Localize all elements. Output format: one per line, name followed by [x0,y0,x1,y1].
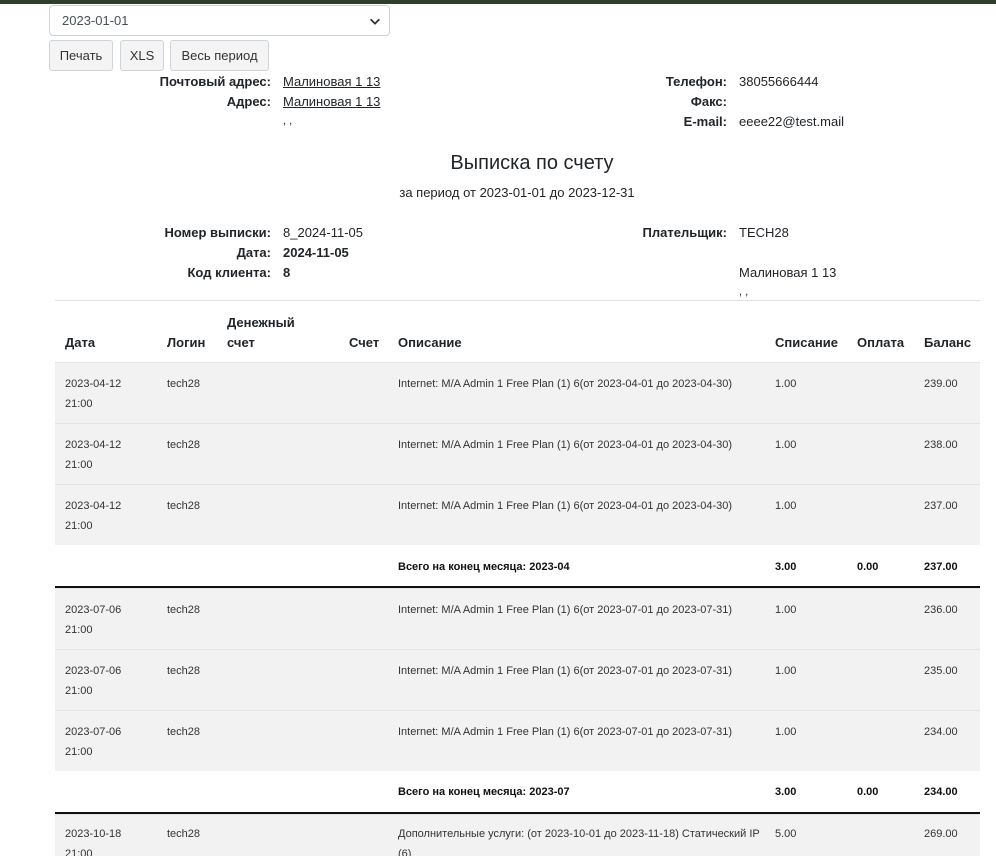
row-charge: 1.00 [775,378,797,390]
all-period-button[interactable]: Весь период [170,40,269,71]
month-total-payment: 0.00 [857,786,879,798]
statement-number-value: 8_2024-11-05 [283,225,363,240]
row-login: tech28 [167,726,201,738]
row-login: tech28 [167,665,201,677]
column-header-date: Дата [65,335,96,350]
row-time: 21:00 [65,685,93,697]
column-header-payment: Оплата [857,335,905,350]
row-charge: 5.00 [775,828,797,840]
row-charge: 1.00 [775,500,797,512]
row-description: Internet: M/A Admin 1 Free Plan (1) 6(от… [398,726,733,738]
xls-button[interactable]: XLS [120,40,164,71]
row-login: tech28 [167,828,201,840]
row-balance: 239.00 [924,378,958,390]
table-row: 2023-04-12 21:00 tech28 Internet: M/A Ad… [55,362,980,423]
row-description: Дополнительные услуги: (от 2023-10-01 до… [398,828,760,840]
phone-label: Телефон: [665,74,727,89]
row-description: Internet: M/A Admin 1 Free Plan (1) 6(от… [398,665,733,677]
month-total-label: Всего на конец месяца: 2023-04 [398,561,570,573]
row-login: tech28 [167,604,201,616]
fax-label: Факс: [690,94,727,109]
column-header-charge: Списание [775,335,838,350]
row-time: 21:00 [65,520,93,532]
statement-date-value: 2024-11-05 [283,245,349,260]
row-description: Internet: M/A Admin 1 Free Plan (1) 6(от… [398,500,733,512]
column-header-money-account-line2: счет [227,335,255,350]
table-row: 2023-07-06 21:00 tech28 Internet: M/A Ad… [55,710,980,771]
row-balance: 236.00 [924,604,958,616]
email-value: eeee22@test.mail [739,114,844,129]
chevron-down-icon [370,18,380,25]
row-time: 21:00 [65,459,93,471]
row-login: tech28 [167,378,201,390]
client-code-value: 8 [283,265,291,280]
row-description: Internet: M/A Admin 1 Free Plan (1) 6(от… [398,604,733,616]
table-row: 2023-07-06 21:00 tech28 Internet: M/A Ad… [55,649,980,710]
row-date: 2023-10-18 [65,828,122,840]
month-total-payment: 0.00 [857,561,879,573]
row-login: tech28 [167,439,201,451]
divider [55,300,980,301]
row-charge: 1.00 [775,439,797,451]
month-total-balance: 237.00 [924,561,958,573]
table-row: 2023-10-18 21:00 tech28 Дополнительные у… [55,814,980,856]
phone-value: 38055666444 [739,74,819,89]
column-header-login: Логин [167,335,206,350]
postal-address-label: Почтовый адрес: [159,74,271,89]
client-code-label: Код клиента: [187,265,272,280]
table-row: 2023-07-06 21:00 tech28 Internet: M/A Ad… [55,588,980,649]
print-button[interactable]: Печать [49,40,113,71]
row-charge: 1.00 [775,726,797,738]
page-title: Выписка по счету [450,152,614,174]
month-total-charge: 3.00 [775,786,797,798]
month-total-row: Всего на конец месяца: 2023-04 3.00 0.00… [55,545,980,588]
column-header-balance: Баланс [924,335,972,350]
row-balance: 234.00 [924,726,958,738]
row-time: 21:00 [65,848,93,856]
period-subtitle: за период от 2023-01-01 до 2023-12-31 [399,185,635,200]
top-bar [0,0,996,4]
row-date: 2023-04-12 [65,439,122,451]
row-date: 2023-07-06 [65,665,122,677]
row-charge: 1.00 [775,665,797,677]
row-date: 2023-07-06 [65,726,122,738]
row-time: 21:00 [65,746,93,758]
row-time: 21:00 [65,624,93,636]
column-header-account: Счет [349,335,380,350]
row-date: 2023-04-12 [65,500,122,512]
postal-address-value[interactable]: Малиновая 1 13 [283,74,380,89]
payer-label: Плательщик: [642,225,727,240]
row-date: 2023-04-12 [65,378,122,390]
row-date: 2023-07-06 [65,604,122,616]
row-charge: 1.00 [775,604,797,616]
row-balance: 238.00 [924,439,958,451]
row-balance: 237.00 [924,500,958,512]
address-extra: , , [283,115,293,127]
row-description: Internet: M/A Admin 1 Free Plan (1) 6(от… [398,378,733,390]
month-total-label: Всего на конец месяца: 2023-07 [398,786,570,798]
payer-value: TECH28 [739,225,789,240]
period-date-select[interactable]: 2023-01-01 [49,5,390,36]
column-header-description: Описание [398,335,462,350]
table-row: 2023-04-12 21:00 tech28 Internet: M/A Ad… [55,423,980,484]
email-label: E-mail: [683,114,727,129]
month-total-charge: 3.00 [775,561,797,573]
period-date-value: 2023-01-01 [62,13,129,28]
row-balance: 235.00 [924,665,958,677]
row-login: tech28 [167,500,201,512]
row-description-line2: (6) [398,848,412,856]
statement-date-label: Дата: [236,245,271,260]
statement-number-label: Номер выписки: [164,225,271,240]
payer-address-extra: , , [739,286,749,298]
row-balance: 269.00 [924,828,958,840]
address-label: Адрес: [226,94,271,109]
month-total-row: Всего на конец месяца: 2023-07 3.00 0.00… [55,771,980,814]
column-header-money-account: Денежный [227,315,295,330]
row-time: 21:00 [65,398,93,410]
month-total-balance: 234.00 [924,786,958,798]
address-value[interactable]: Малиновая 1 13 [283,94,380,109]
table-row: 2023-04-12 21:00 tech28 Internet: M/A Ad… [55,484,980,545]
payer-address: Малиновая 1 13 [739,265,837,280]
row-description: Internet: M/A Admin 1 Free Plan (1) 6(от… [398,439,733,451]
